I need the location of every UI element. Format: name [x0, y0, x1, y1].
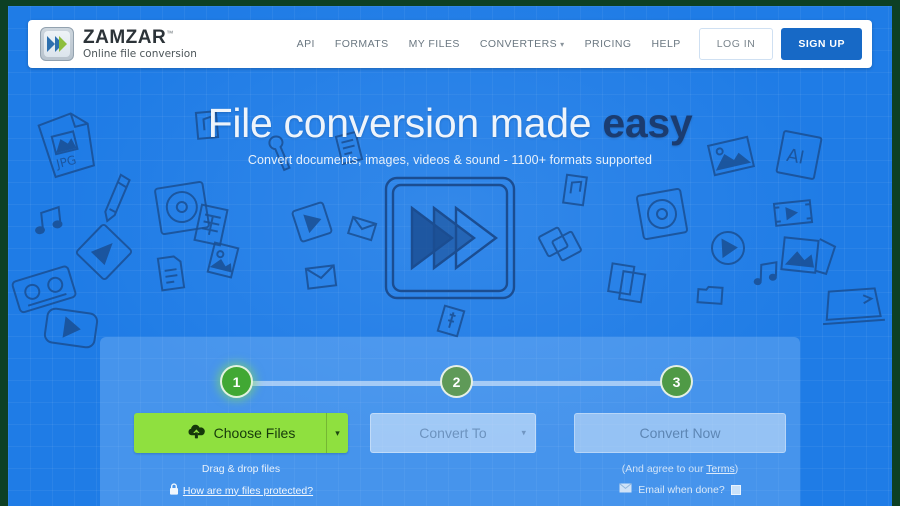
logo-trademark: ™ [166, 30, 174, 38]
envelope-icon [619, 483, 633, 496]
email-when-done-row: Email when done? [574, 483, 786, 496]
step-1-badge[interactable]: 1 [220, 365, 253, 398]
log-in-button[interactable]: LOG IN [698, 28, 774, 60]
double-chevron-icon [40, 27, 74, 61]
page-title-plain: File conversion made [207, 100, 603, 146]
nav-item-pricing[interactable]: PRICING [575, 32, 642, 56]
nav-item-help-label: HELP [651, 38, 681, 50]
convert-now-button[interactable]: Convert Now [574, 413, 786, 453]
files-protected-link[interactable]: How are my files protected? [134, 483, 348, 498]
nav-item-pricing-label: PRICING [584, 38, 632, 50]
convert-to-dropdown-caret[interactable]: ▾ [521, 428, 526, 439]
nav-item-my-files-label: MY FILES [408, 38, 460, 50]
nav-item-api-label: API [296, 38, 315, 50]
convert-to-button[interactable]: Convert To ▾ [370, 413, 536, 453]
page-subtitle: Convert documents, images, videos & soun… [247, 153, 653, 167]
step-3-badge[interactable]: 3 [660, 365, 693, 398]
drag-drop-hint: Drag & drop files [201, 463, 281, 475]
converter-controls: Choose Files ▾ Convert To ▾ Convert Now [100, 413, 800, 453]
sign-up-button[interactable]: SIGN UP [781, 28, 862, 60]
email-when-done-label: Email when done? [638, 483, 725, 496]
nav-item-formats[interactable]: FORMATS [325, 32, 399, 56]
fast-forward-sketch-icon [382, 174, 518, 302]
convert-to-label: Convert To [419, 425, 487, 441]
nav-item-help[interactable]: HELP [641, 32, 690, 56]
nav-item-converters[interactable]: CONVERTERS ▾ [470, 32, 575, 56]
nav-item-converters-label: CONVERTERS [479, 38, 558, 50]
logo-tagline: Online file conversion [83, 48, 197, 61]
nav-item-api[interactable]: API [287, 32, 325, 56]
nav-item-formats-label: FORMATS [334, 38, 389, 50]
site-logo[interactable]: ZAMZAR™ Online file conversion [40, 27, 197, 61]
logo-wordmark: ZAMZAR™ [83, 28, 197, 47]
step-indicator: 1 2 3 [100, 365, 800, 399]
page-title-accent: easy [602, 100, 693, 146]
page-title: File conversion made easy [8, 100, 892, 147]
convert-now-label: Convert Now [639, 425, 721, 441]
main-navigation: API FORMATS MY FILES CONVERTERS ▾ PRICING… [287, 28, 862, 60]
step-2-badge[interactable]: 2 [440, 365, 473, 398]
terms-suffix: ) [734, 463, 739, 475]
cloud-upload-icon [187, 424, 206, 442]
files-protected-link-label: How are my files protected? [182, 484, 314, 497]
site-header: ZAMZAR™ Online file conversion API FORMA… [28, 20, 872, 68]
nav-item-my-files[interactable]: MY FILES [399, 32, 470, 56]
converter-panel: 1 2 3 Choose Files ▾ Convert To ▾ Conver… [100, 337, 800, 506]
chevron-down-icon: ▾ [560, 40, 565, 49]
page-viewport: JPG AI ZAMZAR™ Online file conversion AP… [8, 6, 892, 506]
email-when-done-checkbox[interactable] [730, 484, 741, 495]
logo-word-text: ZAMZAR [83, 27, 167, 49]
browser-window-frame: JPG AI ZAMZAR™ Online file conversion AP… [0, 0, 900, 506]
choose-files-label: Choose Files [213, 425, 296, 441]
terms-prefix: (And agree to our [621, 463, 707, 475]
choose-files-button[interactable]: Choose Files ▾ [134, 413, 348, 453]
terms-link[interactable]: Terms [706, 463, 735, 475]
choose-files-dropdown-caret[interactable]: ▾ [326, 413, 348, 453]
terms-agreement-note: (And agree to our Terms) [574, 463, 786, 475]
padlock-icon [169, 483, 179, 498]
